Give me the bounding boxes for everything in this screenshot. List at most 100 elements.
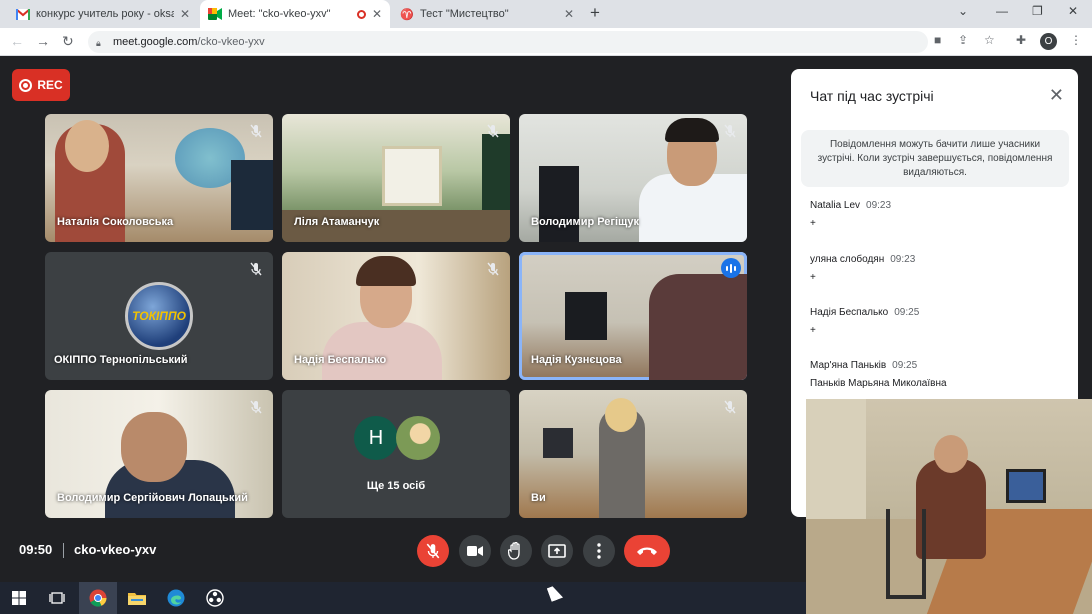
recording-badge[interactable]: REC bbox=[12, 69, 70, 101]
meeting-clock: 09:50 bbox=[19, 542, 53, 557]
laptop bbox=[543, 428, 573, 458]
bookmark-star-icon[interactable]: ☆ bbox=[984, 33, 995, 47]
close-tab-icon[interactable]: ✕ bbox=[564, 7, 574, 21]
person-hair bbox=[356, 256, 416, 286]
camera-icon bbox=[467, 546, 483, 556]
participant-tile[interactable]: Володимир Сергійович Лопацький bbox=[45, 390, 273, 518]
present-screen-button[interactable] bbox=[541, 535, 573, 567]
chat-message: уляна слободян 09:23 + bbox=[810, 249, 1070, 283]
participant-tile-active-speaker[interactable]: Надія Кузнєцова bbox=[519, 252, 747, 380]
tab-test[interactable]: ♈ Тест "Мистецтво" ✕ bbox=[392, 0, 582, 28]
chat-title: Чат під час зустрічі bbox=[810, 88, 934, 104]
raise-hand-button[interactable] bbox=[500, 535, 532, 567]
person-head bbox=[605, 398, 637, 432]
url-path: /cko-vkeo-yxv bbox=[197, 36, 265, 48]
message-time: 09:23 bbox=[866, 200, 892, 211]
participant-name: Ліля Атаманчук bbox=[294, 216, 380, 228]
tab-gmail[interactable]: конкурс учитель року - oksana.c ✕ bbox=[8, 0, 198, 28]
message-author: Natalia Lev bbox=[810, 200, 861, 211]
meeting-code: cko-vkeo-yxv bbox=[74, 542, 157, 557]
participant-tile[interactable]: Наталія Соколовська bbox=[45, 114, 273, 242]
windows-start-icon bbox=[12, 591, 26, 605]
mic-off-icon bbox=[487, 262, 499, 276]
participant-tile[interactable]: Ліля Атаманчук bbox=[282, 114, 510, 242]
back-button[interactable]: ← bbox=[10, 33, 24, 49]
tab-search-icon[interactable]: ⌄ bbox=[958, 4, 968, 18]
mic-off-icon bbox=[724, 124, 736, 138]
leave-call-button[interactable] bbox=[624, 535, 670, 567]
tab-label: Тест "Мистецтво" bbox=[420, 8, 509, 20]
avatar: Н bbox=[354, 416, 398, 460]
mic-off-icon bbox=[426, 543, 440, 559]
camera-toggle-button[interactable] bbox=[459, 535, 491, 567]
share-icon[interactable]: ⇪ bbox=[958, 33, 968, 47]
message-text: + bbox=[810, 218, 816, 229]
laptop bbox=[1006, 469, 1046, 503]
gmail-icon bbox=[16, 7, 30, 21]
browser-toolbar: ← → ↻ 🔒︎ meet.google.com/cko-vkeo-yxv ■ … bbox=[0, 28, 1092, 56]
participant-name: Володимир Регіщук bbox=[531, 216, 639, 228]
chat-message: Мар'яна Паньків 09:25 Паньків Марьяна Мик… bbox=[810, 355, 1070, 389]
file-explorer-icon bbox=[128, 593, 146, 605]
person-body bbox=[916, 459, 986, 559]
taskbar-file-explorer[interactable] bbox=[118, 582, 156, 614]
tab-label: конкурс учитель року - oksana.c bbox=[36, 8, 174, 20]
message-text: Паньків Марьяна Миколаївна bbox=[810, 378, 947, 389]
more-options-button[interactable] bbox=[583, 535, 615, 567]
message-author: Надія Беспалько bbox=[810, 307, 889, 318]
present-icon bbox=[548, 544, 566, 558]
minimize-button[interactable]: — bbox=[996, 4, 1008, 18]
message-time: 09:25 bbox=[894, 307, 920, 318]
forward-button[interactable]: → bbox=[36, 33, 50, 49]
taskbar-chrome[interactable] bbox=[79, 582, 117, 614]
more-participants-tile[interactable]: Н Ще 15 осіб bbox=[282, 390, 510, 518]
webcam-overlay bbox=[806, 399, 1092, 614]
participant-tile-self[interactable]: Ви bbox=[519, 390, 747, 518]
windows-start-button[interactable] bbox=[0, 582, 38, 614]
task-view-icon bbox=[49, 592, 65, 604]
address-bar[interactable]: 🔒︎ meet.google.com/cko-vkeo-yxv bbox=[88, 31, 928, 53]
close-tab-icon[interactable]: ✕ bbox=[372, 7, 382, 21]
close-tab-icon[interactable]: ✕ bbox=[180, 7, 190, 21]
participant-tile[interactable]: Надія Беспалько bbox=[282, 252, 510, 380]
windows-taskbar bbox=[0, 582, 806, 614]
divider bbox=[63, 543, 64, 558]
message-author: уляна слободян bbox=[810, 254, 885, 265]
test-icon: ♈ bbox=[400, 8, 414, 21]
browser-tab-bar: конкурс учитель року - oksana.c ✕ Meet: … bbox=[0, 0, 1092, 28]
person-body bbox=[322, 322, 442, 380]
browser-menu-icon[interactable]: ⋮ bbox=[1070, 33, 1082, 47]
chalkboard bbox=[482, 134, 510, 214]
tab-meet[interactable]: Meet: "cko-vkeo-yxv" ✕ bbox=[200, 0, 390, 28]
person-head bbox=[934, 435, 968, 473]
profile-avatar[interactable]: O bbox=[1040, 33, 1057, 50]
chrome-icon bbox=[89, 589, 107, 607]
reload-button[interactable]: ↻ bbox=[62, 33, 74, 50]
more-participants-label: Ще 15 осіб bbox=[366, 480, 426, 492]
camera-permission-icon[interactable]: ■ bbox=[934, 33, 941, 47]
person-hair bbox=[665, 118, 719, 142]
meet-icon bbox=[208, 7, 222, 21]
mic-toggle-button[interactable] bbox=[417, 535, 449, 567]
task-view-button[interactable] bbox=[38, 582, 76, 614]
tokippo-logo: ТОКІППО bbox=[125, 282, 193, 350]
participant-tile[interactable]: ТОКІППО ОКІППО Тернопільський bbox=[45, 252, 273, 380]
participant-tile[interactable]: Володимир Регіщук bbox=[519, 114, 747, 242]
close-window-button[interactable]: ✕ bbox=[1068, 4, 1078, 18]
close-icon[interactable]: ✕ bbox=[1049, 85, 1064, 106]
mic-off-icon bbox=[487, 124, 499, 138]
extensions-icon[interactable]: ✚ bbox=[1016, 33, 1026, 47]
more-icon bbox=[597, 543, 601, 559]
taskbar-obs[interactable] bbox=[196, 582, 234, 614]
message-author: Мар'яна Паньків bbox=[810, 360, 887, 371]
url-host: meet.google.com bbox=[113, 36, 198, 48]
obs-icon bbox=[206, 589, 224, 607]
message-text: + bbox=[810, 325, 816, 336]
restore-button[interactable]: ❐ bbox=[1032, 4, 1043, 18]
lock-icon[interactable]: 🔒︎ bbox=[96, 38, 105, 48]
mic-off-icon bbox=[724, 400, 736, 414]
window bbox=[382, 146, 442, 206]
participant-name: Наталія Соколовська bbox=[57, 216, 174, 228]
taskbar-edge[interactable] bbox=[157, 582, 195, 614]
new-tab-button[interactable]: + bbox=[590, 3, 600, 23]
